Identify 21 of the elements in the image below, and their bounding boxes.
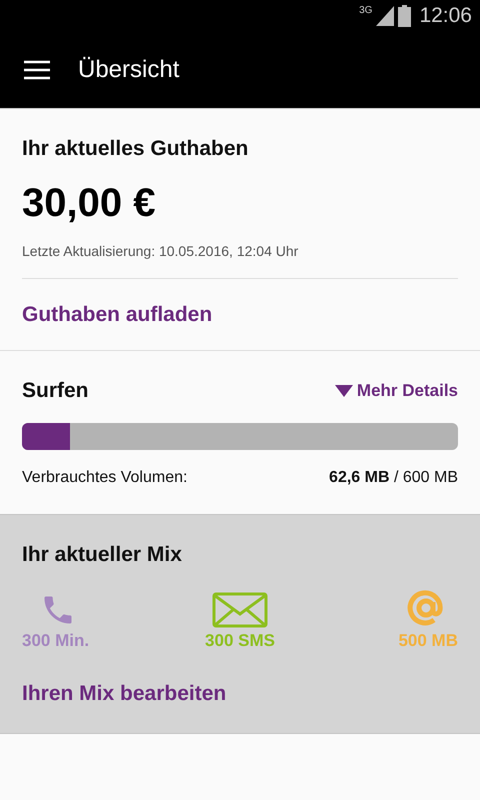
top-up-link[interactable]: Guthaben aufladen	[22, 294, 212, 334]
network-type: 3G	[359, 4, 372, 18]
balance-heading: Ihr aktuelles Guthaben	[22, 136, 250, 162]
triangle-down-icon	[334, 384, 353, 397]
signal-icon	[376, 6, 394, 26]
screen-title: Übersicht	[77, 55, 180, 85]
clock-time: 12:06	[419, 3, 472, 30]
battery-icon	[398, 5, 412, 27]
menu-button[interactable]	[24, 60, 50, 80]
surfen-heading: Surfen	[22, 378, 89, 404]
volume-label: Verbrauchtes Volumen:	[22, 468, 188, 488]
menu-icon	[24, 60, 50, 80]
edit-mix-link[interactable]: Ihren Mix bearbeiten	[22, 678, 226, 709]
mix-allowance: 300 Min.	[22, 630, 90, 652]
last-update-text: Letzte Aktualisierung: 10.05.2016, 12:04 Uhr	[22, 242, 300, 261]
volume-reading: 62,6 MB / 600 MB	[329, 468, 458, 488]
balance-amount: 30,00 €	[22, 180, 156, 226]
mix-heading: Ihr aktueller Mix	[22, 542, 183, 568]
more-details-link[interactable]: Mehr Details	[334, 378, 458, 404]
mix-allowance: 500 MB	[398, 630, 458, 652]
mix-allowance: 300 SMS	[205, 630, 275, 652]
